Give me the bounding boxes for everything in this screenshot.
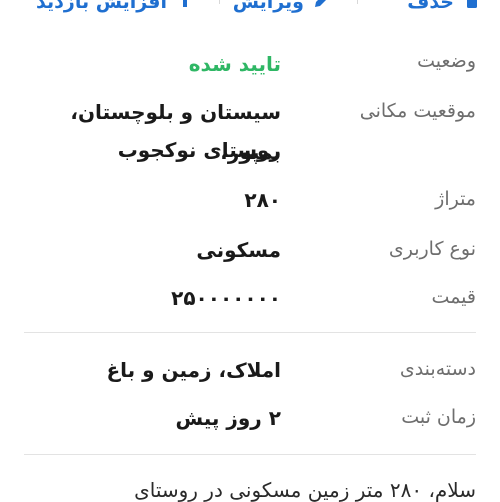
separator: [219, 0, 220, 4]
action-bar: حذف ویرایش افزایش بازدید: [0, 0, 500, 22]
status-row: وضعیت تایید شده: [24, 44, 476, 84]
usage-row: نوع کاربری مسکونی: [24, 230, 476, 270]
area-label: متراژ: [435, 188, 476, 210]
post-time-label: زمان ثبت: [401, 406, 476, 428]
section-divider: [24, 332, 476, 333]
bump-views-button[interactable]: افزایش بازدید: [36, 0, 195, 22]
separator: [357, 0, 358, 4]
edit-label: ویرایش: [232, 0, 304, 13]
description-text: سلام، ۲۸۰ متر زمین مسکونی در روستای: [134, 478, 476, 502]
price-label: قیمت: [431, 286, 476, 308]
price-row: قیمت ۲۵۰۰۰۰۰۰۰: [24, 278, 476, 318]
category-row: دسته‌بندی املاک، زمین و باغ: [24, 350, 476, 390]
post-time-value: ۲ روز پیش: [175, 406, 281, 430]
price-value: ۲۵۰۰۰۰۰۰۰: [171, 286, 281, 310]
edit-button[interactable]: ویرایش: [233, 0, 332, 22]
area-row: متراژ ۲۸۰: [24, 180, 476, 220]
bump-views-label: افزایش بازدید: [36, 0, 167, 13]
delete-button[interactable]: حذف: [407, 0, 482, 22]
usage-value: مسکونی: [196, 238, 281, 262]
trash-icon: [462, 0, 482, 15]
area-value: ۲۸۰: [244, 188, 281, 212]
category-value: املاک، زمین و باغ: [106, 358, 281, 382]
pencil-icon: [312, 0, 332, 15]
delete-label: حذف: [407, 0, 454, 13]
post-time-row: زمان ثبت ۲ روز پیش: [24, 398, 476, 438]
arrow-up-icon: [175, 0, 195, 15]
status-label: وضعیت: [417, 50, 476, 72]
section-divider: [24, 454, 476, 455]
location-label: موقعیت مکانی: [359, 100, 476, 122]
usage-label: نوع کاربری: [388, 238, 476, 260]
location-value-line2: روستای نوکجوب: [117, 138, 281, 162]
status-value: تایید شده: [188, 52, 281, 76]
location-row: موقعیت مکانی سیستان و بلوچستان، بمپور، ر…: [24, 92, 476, 172]
category-label: دسته‌بندی: [399, 358, 476, 380]
